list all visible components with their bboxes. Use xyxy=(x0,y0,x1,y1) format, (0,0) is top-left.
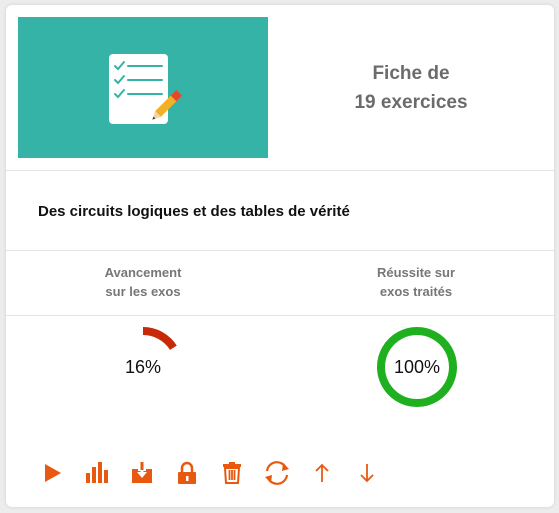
checklist-icon xyxy=(18,17,268,158)
lock-icon xyxy=(178,461,196,484)
refresh-icon xyxy=(265,461,289,485)
lock-button[interactable] xyxy=(171,457,203,489)
download-button[interactable] xyxy=(126,457,158,489)
move-down-button[interactable] xyxy=(351,457,383,489)
stats-button[interactable] xyxy=(81,457,113,489)
sheet-thumbnail[interactable] xyxy=(18,17,268,158)
sheet-title[interactable]: Des circuits logiques et des tables de v… xyxy=(38,203,350,220)
divider xyxy=(6,170,554,171)
divider xyxy=(6,250,554,251)
success-label: Réussite sur exos traités xyxy=(376,265,456,299)
play-button[interactable] xyxy=(36,457,68,489)
divider xyxy=(6,315,554,316)
delete-button[interactable] xyxy=(216,457,248,489)
arrow-up-icon xyxy=(315,463,329,482)
progress-label: Avancement sur les exos xyxy=(104,265,182,299)
bar-chart-icon xyxy=(86,462,108,483)
play-icon xyxy=(45,464,61,482)
arrow-down-icon xyxy=(360,464,374,483)
move-up-button[interactable] xyxy=(306,457,338,489)
count-line-1: Fiche de xyxy=(372,62,450,84)
download-icon xyxy=(132,462,152,483)
success-gauge: 100% xyxy=(372,322,462,412)
trash-icon xyxy=(223,462,241,484)
exercise-sheet-card: Fiche de 19 exercices Des circuits logiq… xyxy=(6,5,554,507)
success-percent: 100% xyxy=(393,356,441,377)
count-line-2: 19 exercices xyxy=(354,91,468,113)
progress-percent: 16% xyxy=(124,356,162,377)
reset-button[interactable] xyxy=(261,457,293,489)
progress-gauge: 16% xyxy=(98,322,188,412)
exercise-count: Fiche de 19 exercices xyxy=(268,17,554,158)
